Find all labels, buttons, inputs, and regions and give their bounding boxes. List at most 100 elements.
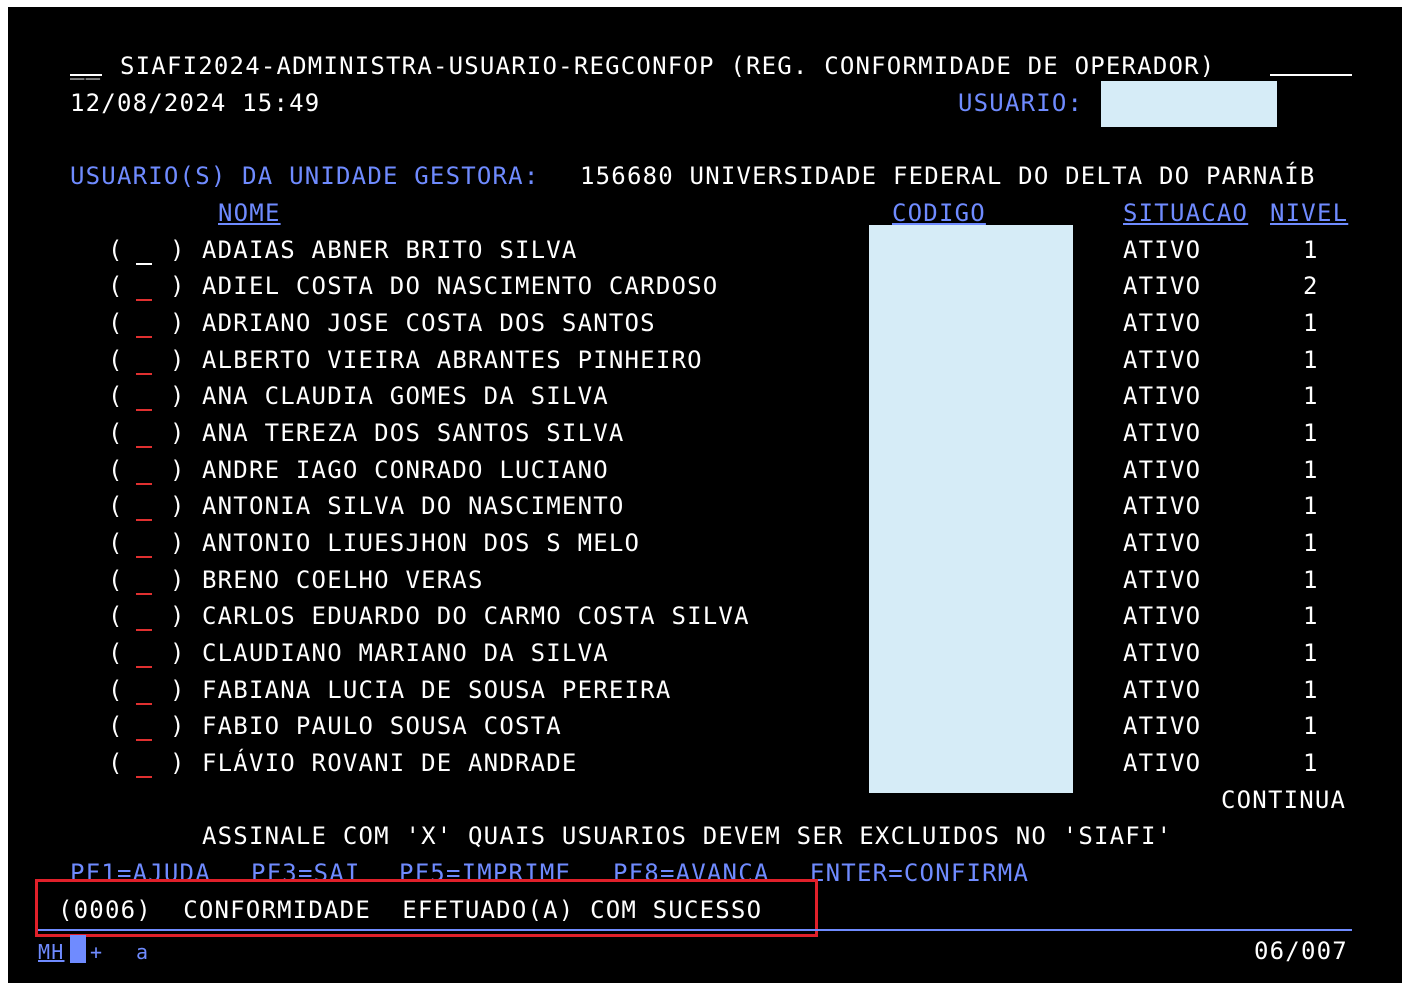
- column-header-status: SITUACAO: [1123, 199, 1249, 227]
- checkbox-open: (: [108, 529, 124, 557]
- user-level: 1: [1303, 419, 1319, 447]
- checkbox-open: (: [108, 602, 124, 630]
- user-name: ANA TEREZA DOS SANTOS SILVA: [202, 419, 625, 447]
- continua-label: CONTINUA: [1221, 786, 1347, 814]
- title-underline-right: [1270, 74, 1352, 76]
- checkbox-close: ): [170, 272, 186, 300]
- checkbox-close: ): [170, 749, 186, 777]
- enter-confirm[interactable]: ENTER=CONFIRMA: [810, 858, 1029, 888]
- user-status: ATIVO: [1123, 676, 1202, 704]
- user-level: 1: [1303, 382, 1319, 410]
- selection-field[interactable]: [136, 409, 152, 411]
- selection-field[interactable]: [136, 299, 152, 301]
- user-status: ATIVO: [1123, 529, 1202, 557]
- user-name: BRENO COELHO VERAS: [202, 566, 484, 594]
- user-name: FLÁVIO ROVANI DE ANDRADE: [202, 749, 578, 777]
- page-indicator: 06/007: [1254, 937, 1348, 965]
- checkbox-open: (: [108, 382, 124, 410]
- user-level: 1: [1303, 309, 1319, 337]
- selection-field[interactable]: [136, 776, 152, 778]
- selection-field[interactable]: [136, 739, 152, 741]
- checkbox-open: (: [108, 419, 124, 447]
- user-level: 1: [1303, 676, 1319, 704]
- checkbox-close: ): [170, 529, 186, 557]
- user-name: CLAUDIANO MARIANO DA SILVA: [202, 639, 609, 667]
- checkbox-close: ): [170, 602, 186, 630]
- checkbox-close: ): [170, 346, 186, 374]
- unit-value: 156680 UNIVERSIDADE FEDERAL DO DELTA DO …: [580, 162, 1316, 190]
- status-bar-divider: [38, 929, 1352, 931]
- user-level: 1: [1303, 602, 1319, 630]
- user-level: 1: [1303, 749, 1319, 777]
- checkbox-open: (: [108, 566, 124, 594]
- user-name: ALBERTO VIEIRA ABRANTES PINHEIRO: [202, 346, 703, 374]
- user-status: ATIVO: [1123, 456, 1202, 484]
- user-status: ATIVO: [1123, 749, 1202, 777]
- checkbox-close: ): [170, 236, 186, 264]
- checkbox-close: ): [170, 456, 186, 484]
- user-level: 1: [1303, 456, 1319, 484]
- user-name: ADRIANO JOSE COSTA DOS SANTOS: [202, 309, 656, 337]
- date-time: 12/08/2024 15:49: [70, 89, 321, 117]
- user-status: ATIVO: [1123, 566, 1202, 594]
- title-underline-left: [70, 74, 102, 76]
- user-name: FABIANA LUCIA DE SOUSA PEREIRA: [202, 676, 672, 704]
- checkbox-open: (: [108, 309, 124, 337]
- user-status: ATIVO: [1123, 236, 1202, 264]
- user-level: 1: [1303, 712, 1319, 740]
- selection-field[interactable]: [136, 593, 152, 595]
- user-name: ANA CLAUDIA GOMES DA SILVA: [202, 382, 609, 410]
- checkbox-open: (: [108, 676, 124, 704]
- selection-field[interactable]: [136, 703, 152, 705]
- user-level: 1: [1303, 639, 1319, 667]
- user-name: FABIO PAULO SOUSA COSTA: [202, 712, 562, 740]
- user-name: ADAIAS ABNER BRITO SILVA: [202, 236, 578, 264]
- user-name: CARLOS EDUARDO DO CARMO COSTA SILVA: [202, 602, 750, 630]
- checkbox-open: (: [108, 639, 124, 667]
- screen-title: SIAFI2024-ADMINISTRA-USUARIO-REGCONFOP (…: [120, 52, 1216, 80]
- terminal-screen: __ SIAFI2024-ADMINISTRA-USUARIO-REGCONFO…: [8, 7, 1402, 983]
- user-status: ATIVO: [1123, 346, 1202, 374]
- checkbox-close: ): [170, 382, 186, 410]
- selection-field[interactable]: [136, 519, 152, 521]
- checkbox-open: (: [108, 236, 124, 264]
- user-name: ANDRE IAGO CONRADO LUCIANO: [202, 456, 609, 484]
- session-indicator: MH: [38, 940, 65, 964]
- user-status: ATIVO: [1123, 602, 1202, 630]
- user-name: ANTONIA SILVA DO NASCIMENTO: [202, 492, 625, 520]
- selection-field[interactable]: [136, 446, 152, 448]
- status-a: a: [136, 940, 150, 964]
- user-status: ATIVO: [1123, 309, 1202, 337]
- selection-field[interactable]: [136, 483, 152, 485]
- selection-field[interactable]: [136, 556, 152, 558]
- checkbox-open: (: [108, 749, 124, 777]
- selection-field[interactable]: [136, 336, 152, 338]
- column-header-level: NIVEL: [1270, 199, 1349, 227]
- checkbox-close: ): [170, 419, 186, 447]
- user-input[interactable]: [1101, 81, 1277, 127]
- user-status: ATIVO: [1123, 712, 1202, 740]
- selection-field[interactable]: [136, 373, 152, 375]
- checkbox-open: (: [108, 712, 124, 740]
- checkbox-open: (: [108, 492, 124, 520]
- checkbox-close: ): [170, 566, 186, 594]
- checkbox-open: (: [108, 346, 124, 374]
- input-cursor: [70, 935, 86, 963]
- checkbox-close: ): [170, 712, 186, 740]
- column-header-name: NOME: [218, 199, 281, 227]
- checkbox-close: ): [170, 309, 186, 337]
- selection-field[interactable]: [136, 263, 152, 265]
- checkbox-close: ): [170, 676, 186, 704]
- title-prefix: __: [70, 52, 102, 80]
- unit-label: USUARIO(S) DA UNIDADE GESTORA:: [70, 162, 540, 190]
- checkbox-close: ): [170, 492, 186, 520]
- checkbox-open: (: [108, 456, 124, 484]
- checkbox-open: (: [108, 272, 124, 300]
- selection-field[interactable]: [136, 629, 152, 631]
- user-status: ATIVO: [1123, 272, 1202, 300]
- selection-field[interactable]: [136, 666, 152, 668]
- user-name: ADIEL COSTA DO NASCIMENTO CARDOSO: [202, 272, 719, 300]
- column-header-code: CODIGO: [892, 199, 986, 227]
- user-status: ATIVO: [1123, 419, 1202, 447]
- user-status: ATIVO: [1123, 492, 1202, 520]
